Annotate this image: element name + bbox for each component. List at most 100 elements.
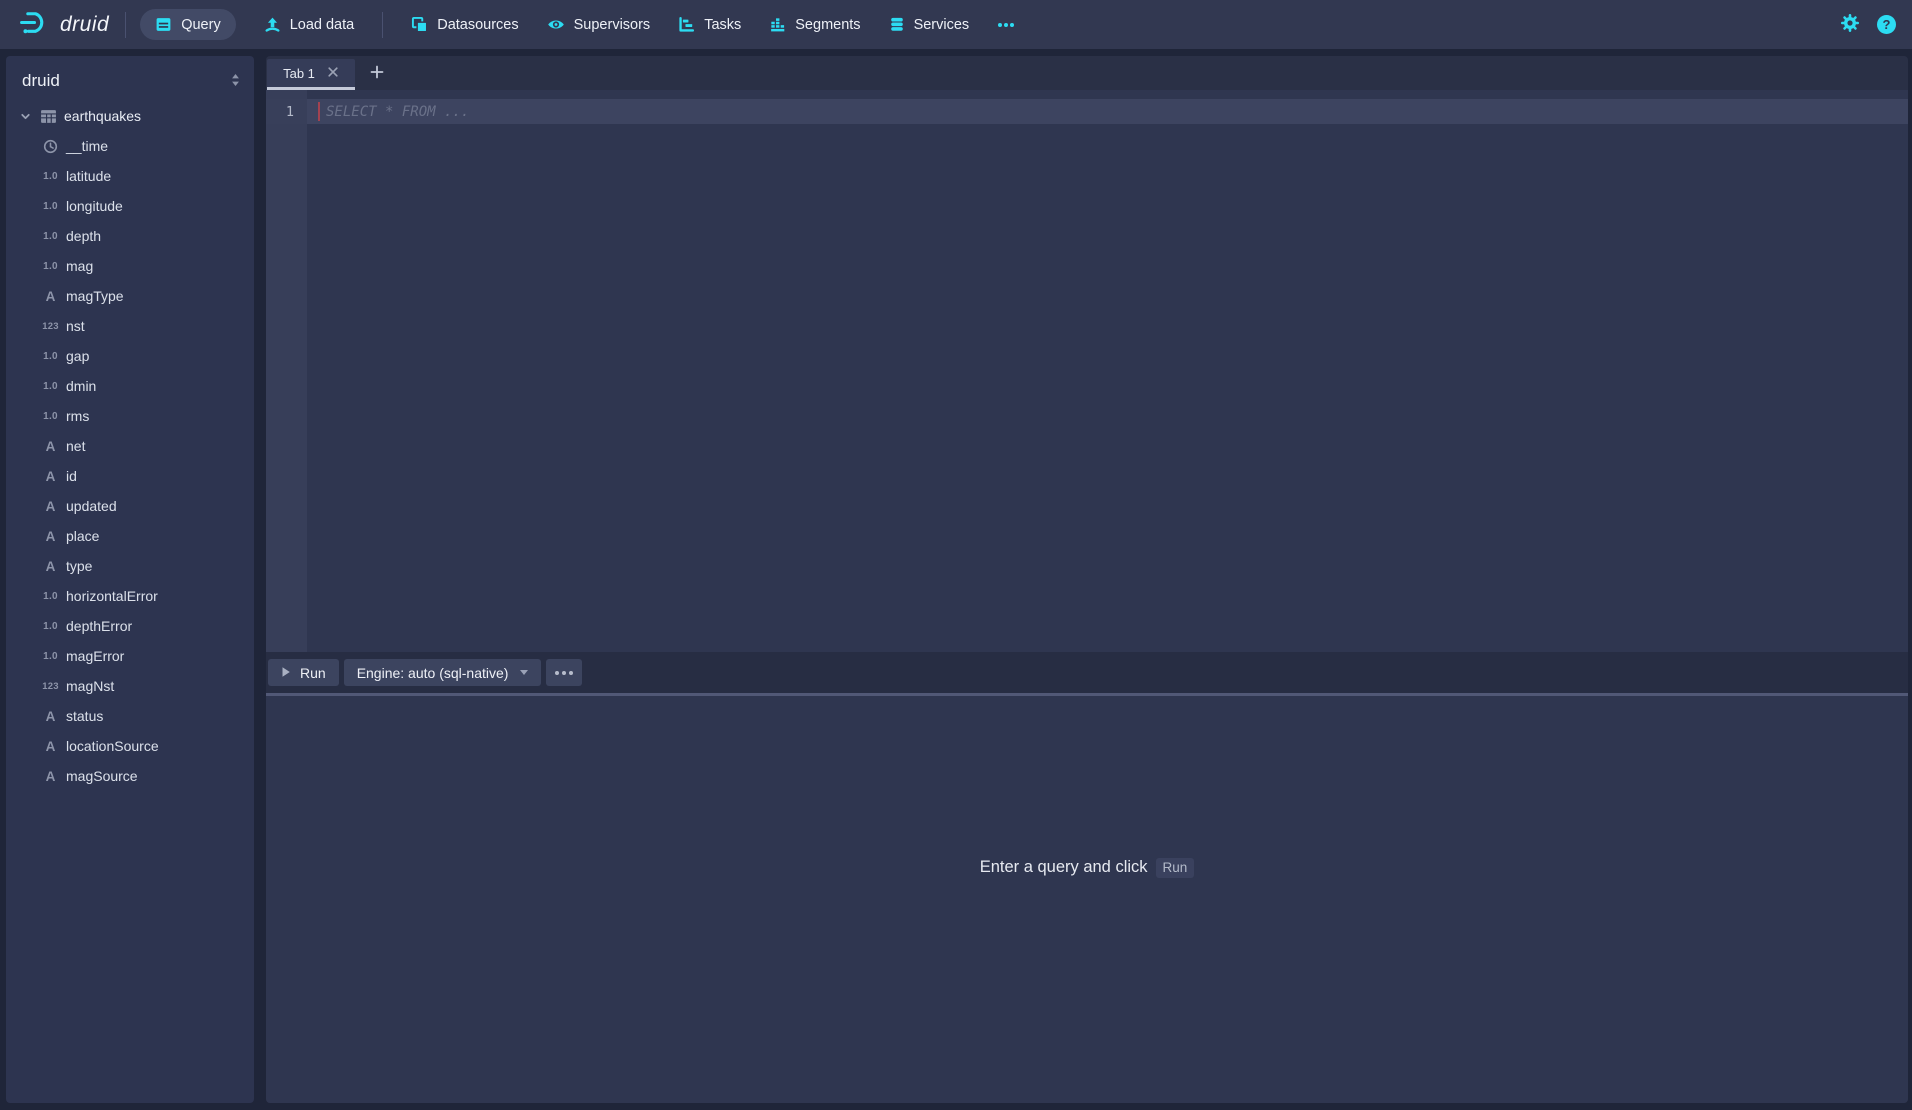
query-icon [155, 16, 172, 33]
type-badge-float: 1.0 [41, 621, 60, 632]
column-row-locationSource[interactable]: AlocationSource [6, 731, 254, 761]
supervisors-icon [547, 17, 565, 32]
column-name: dmin [66, 378, 96, 394]
type-badge-float: 1.0 [41, 201, 60, 212]
nav-item-label: Tasks [704, 17, 741, 33]
nav-more-button[interactable] [997, 21, 1015, 29]
column-name: magType [66, 288, 124, 304]
run-button-label: Run [300, 665, 326, 681]
type-badge-float: 1.0 [41, 411, 60, 422]
nav-item-datasources[interactable]: Datasources [411, 16, 518, 33]
close-icon[interactable] [327, 66, 339, 81]
column-row-place[interactable]: Aplace [6, 521, 254, 551]
sort-button[interactable] [229, 72, 242, 91]
column-row-depthError[interactable]: 1.0depthError [6, 611, 254, 641]
nav-item-label: Query [181, 17, 221, 33]
column-row-id[interactable]: Aid [6, 461, 254, 491]
chevron-down-icon[interactable] [19, 110, 33, 123]
column-name: __time [66, 138, 108, 154]
add-tab-button[interactable] [370, 65, 384, 82]
plus-icon [370, 65, 384, 82]
navbar-items: Query Load data Datasources Supervisors Task… [140, 9, 1015, 40]
help-button[interactable]: ? [1877, 15, 1896, 34]
column-name: net [66, 438, 85, 454]
type-badge-float: 1.0 [41, 171, 60, 182]
datasource-row-earthquakes[interactable]: earthquakes [6, 101, 254, 131]
engine-select-button[interactable]: Engine: auto (sql-native) [344, 659, 542, 686]
tab-bar: Tab 1 [266, 56, 1908, 90]
column-name: locationSource [66, 738, 159, 754]
type-badge-int: 123 [41, 681, 60, 692]
column-name: latitude [66, 168, 111, 184]
results-panel: Enter a query and click Run [266, 696, 1908, 1103]
nav-item-label: Datasources [437, 17, 518, 33]
line-number: 1 [266, 99, 307, 124]
column-row-nst[interactable]: 123nst [6, 311, 254, 341]
sidebar-header: druid [6, 56, 254, 101]
type-badge-string: A [41, 469, 60, 484]
column-row-gap[interactable]: 1.0gap [6, 341, 254, 371]
nav-item-query[interactable]: Query [140, 9, 236, 40]
column-name: updated [66, 498, 117, 514]
more-icon [555, 671, 573, 675]
type-badge-string: A [41, 289, 60, 304]
column-name: id [66, 468, 77, 484]
column-tree: earthquakes __time 1.0 latitude 1.0longitude… [6, 101, 254, 791]
editor-placeholder: SELECT * FROM ... [326, 104, 469, 120]
column-row-rms[interactable]: 1.0 rms [6, 401, 254, 431]
nav-item-load-data[interactable]: Load data [264, 16, 355, 33]
tab-1[interactable]: Tab 1 [267, 59, 355, 90]
nav-item-label: Segments [795, 17, 860, 33]
query-editor[interactable]: 1 SELECT * FROM ... [266, 90, 1908, 652]
column-row-magType[interactable]: AmagType [6, 281, 254, 311]
column-row-latitude[interactable]: 1.0 latitude [6, 161, 254, 191]
brand[interactable]: druid [18, 6, 109, 44]
column-row-mag[interactable]: 1.0mag [6, 251, 254, 281]
column-row-horizontalError[interactable]: 1.0horizontalError [6, 581, 254, 611]
column-row-magNst[interactable]: 123magNst [6, 671, 254, 701]
type-badge-float: 1.0 [41, 591, 60, 602]
column-name: magError [66, 648, 124, 664]
gear-icon [1840, 13, 1860, 36]
navbar-divider [125, 12, 126, 38]
engine-label: Engine: auto (sql-native) [357, 665, 509, 681]
type-badge-int: 123 [41, 321, 60, 332]
column-name: place [66, 528, 99, 544]
column-row-magSource[interactable]: AmagSource [6, 761, 254, 791]
nav-item-supervisors[interactable]: Supervisors [547, 17, 651, 33]
nav-item-tasks[interactable]: Tasks [678, 16, 741, 33]
column-row-depth[interactable]: 1.0 depth [6, 221, 254, 251]
query-more-button[interactable] [546, 659, 582, 686]
column-row-longitude[interactable]: 1.0longitude [6, 191, 254, 221]
settings-button[interactable] [1840, 13, 1860, 36]
type-badge-string: A [41, 709, 60, 724]
column-name: status [66, 708, 103, 724]
run-kbd: Run [1156, 858, 1195, 878]
navbar-divider [382, 12, 383, 38]
run-button[interactable]: Run [268, 659, 339, 686]
column-name: depth [66, 228, 101, 244]
caret-down-icon [520, 670, 528, 675]
column-name: rms [66, 408, 89, 424]
column-row-magError[interactable]: 1.0magError [6, 641, 254, 671]
play-icon [281, 665, 291, 681]
sidebar-title: druid [22, 71, 60, 91]
nav-item-segments[interactable]: Segments [769, 16, 860, 33]
column-row-type[interactable]: Atype [6, 551, 254, 581]
column-row-dmin[interactable]: 1.0 dmin [6, 371, 254, 401]
nav-item-services[interactable]: Services [889, 16, 970, 33]
nav-item-label: Services [914, 17, 970, 33]
type-badge-string: A [41, 769, 60, 784]
datasources-icon [411, 16, 428, 33]
column-row-__time[interactable]: __time [6, 131, 254, 161]
type-badge-float: 1.0 [41, 381, 60, 392]
type-badge-float: 1.0 [41, 231, 60, 242]
type-badge-string: A [41, 739, 60, 754]
services-icon [889, 16, 905, 33]
type-badge-string: A [41, 529, 60, 544]
column-row-status[interactable]: Astatus [6, 701, 254, 731]
column-name: gap [66, 348, 89, 364]
column-name: type [66, 558, 92, 574]
column-row-updated[interactable]: Aupdated [6, 491, 254, 521]
column-row-net[interactable]: Anet [6, 431, 254, 461]
